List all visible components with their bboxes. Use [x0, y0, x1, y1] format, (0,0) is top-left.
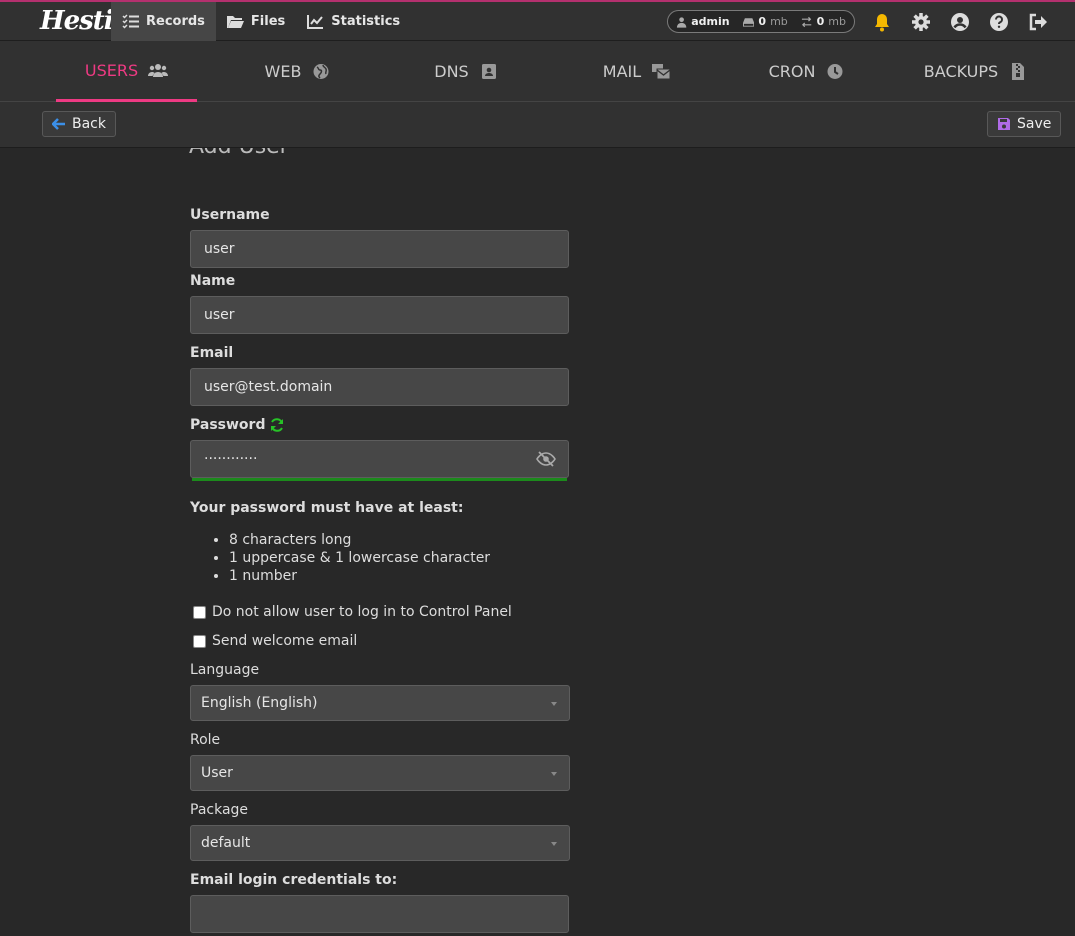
- top-bar: Hestia Records Files Statistics admin 0 …: [0, 0, 1075, 41]
- password-label: Password: [190, 417, 266, 433]
- logout-icon[interactable]: [1028, 12, 1048, 32]
- top-icons: [872, 12, 1048, 32]
- nav-statistics[interactable]: Statistics: [296, 2, 411, 41]
- user-stats-pill[interactable]: admin 0 mb 0 mb: [667, 10, 855, 33]
- eye-slash-icon[interactable]: [536, 451, 556, 467]
- tab-web[interactable]: WEB: [230, 41, 366, 102]
- no-login-checkbox-row[interactable]: Do not allow user to log in to Control P…: [193, 604, 512, 620]
- page-title: Add User: [189, 148, 289, 159]
- tab-backups-label: BACKUPS: [923, 62, 999, 81]
- transfer-icon: [802, 16, 812, 27]
- save-button-label: Save: [1017, 116, 1052, 132]
- language-label: Language: [190, 662, 260, 678]
- refresh-icon[interactable]: [269, 417, 285, 433]
- nav-files-label: Files: [250, 14, 286, 29]
- role-select[interactable]: User: [190, 755, 570, 791]
- nav-records-label: Records: [146, 14, 205, 29]
- users-icon: [148, 63, 169, 77]
- password-value: ············: [204, 451, 258, 467]
- welcome-email-checkbox-row[interactable]: Send welcome email: [193, 633, 357, 649]
- tab-users[interactable]: USERS: [56, 41, 197, 102]
- add-user-form: Add User Username user Name user Email u…: [0, 148, 1075, 936]
- no-login-checkbox[interactable]: [193, 605, 206, 619]
- package-select[interactable]: default: [190, 825, 570, 861]
- chevron-down-icon: [551, 772, 557, 776]
- stats-disk-value: 0: [758, 15, 767, 28]
- bell-icon[interactable]: [872, 12, 892, 32]
- tab-backups[interactable]: BACKUPS: [906, 41, 1046, 102]
- tab-web-label: WEB: [264, 62, 302, 81]
- tab-mail[interactable]: MAIL: [568, 41, 706, 102]
- address-book-icon: [481, 64, 496, 79]
- email-label: Email: [190, 345, 234, 361]
- name-field[interactable]: user: [190, 296, 569, 334]
- role-label: Role: [190, 732, 221, 748]
- list-check-icon: [122, 14, 139, 29]
- password-rule-length: 8 characters long: [229, 532, 490, 550]
- tab-cron-label: CRON: [768, 62, 816, 81]
- tab-users-label: USERS: [84, 60, 139, 80]
- language-select[interactable]: English (English): [190, 685, 570, 721]
- tab-dns[interactable]: DNS: [403, 41, 530, 102]
- no-login-label: Do not allow user to log in to Control P…: [212, 604, 512, 620]
- nav-statistics-label: Statistics: [331, 14, 401, 29]
- gear-icon[interactable]: [911, 12, 931, 32]
- stats-bandwidth-unit: mb: [828, 15, 846, 28]
- package-value: default: [201, 835, 251, 851]
- folder-open-icon: [226, 16, 244, 28]
- hard-drive-icon: [743, 17, 755, 27]
- language-value: English (English): [201, 695, 318, 711]
- section-tabs: USERS WEB DNS MAIL CRON BACKUPS: [0, 41, 1075, 102]
- user-icon: [676, 16, 687, 28]
- email-credentials-field[interactable]: [190, 895, 569, 933]
- floppy-disk-icon: [998, 118, 1010, 130]
- package-label: Package: [190, 802, 249, 818]
- stats-username: admin: [691, 15, 730, 28]
- tab-cron[interactable]: CRON: [738, 41, 876, 102]
- stats-disk-unit: mb: [770, 15, 788, 28]
- globe-icon: [313, 64, 329, 79]
- mail-bulk-icon: [652, 64, 671, 80]
- chevron-down-icon: [551, 702, 557, 706]
- stats-bandwidth-value: 0: [816, 15, 825, 28]
- password-label-row: Password: [190, 417, 285, 433]
- username-label: Username: [190, 207, 270, 223]
- password-rule-case: 1 uppercase & 1 lowercase character: [229, 550, 490, 568]
- arrow-left-icon: [52, 118, 65, 130]
- tab-dns-label: DNS: [434, 62, 469, 81]
- password-hint: Your password must have at least:: [190, 500, 464, 516]
- username-field[interactable]: user: [190, 230, 569, 268]
- email-credentials-label: Email login credentials to:: [190, 872, 398, 888]
- password-field[interactable]: ············: [190, 440, 569, 478]
- question-circle-icon[interactable]: [989, 12, 1009, 32]
- chart-line-icon: [307, 15, 324, 29]
- back-button[interactable]: Back: [42, 111, 116, 137]
- password-rules: 8 characters long 1 uppercase & 1 lowerc…: [229, 532, 490, 586]
- password-strength-bar: [192, 478, 567, 481]
- save-button[interactable]: Save: [987, 111, 1062, 137]
- chevron-down-icon: [551, 842, 557, 846]
- clock-icon: [827, 64, 843, 79]
- top-nav: Records Files Statistics: [111, 2, 411, 41]
- welcome-email-label: Send welcome email: [212, 633, 358, 649]
- toolbar: Back Save: [0, 102, 1075, 148]
- nav-records[interactable]: Records: [111, 2, 216, 41]
- back-button-label: Back: [72, 116, 106, 132]
- email-field[interactable]: user@test.domain: [190, 368, 569, 406]
- name-label: Name: [190, 273, 236, 289]
- user-circle-icon[interactable]: [950, 12, 970, 32]
- tab-mail-label: MAIL: [602, 62, 642, 81]
- nav-files[interactable]: Files: [216, 2, 296, 41]
- welcome-email-checkbox[interactable]: [193, 634, 206, 648]
- password-rule-number: 1 number: [229, 568, 490, 586]
- role-value: User: [201, 765, 233, 781]
- file-zipper-icon: [1012, 63, 1025, 80]
